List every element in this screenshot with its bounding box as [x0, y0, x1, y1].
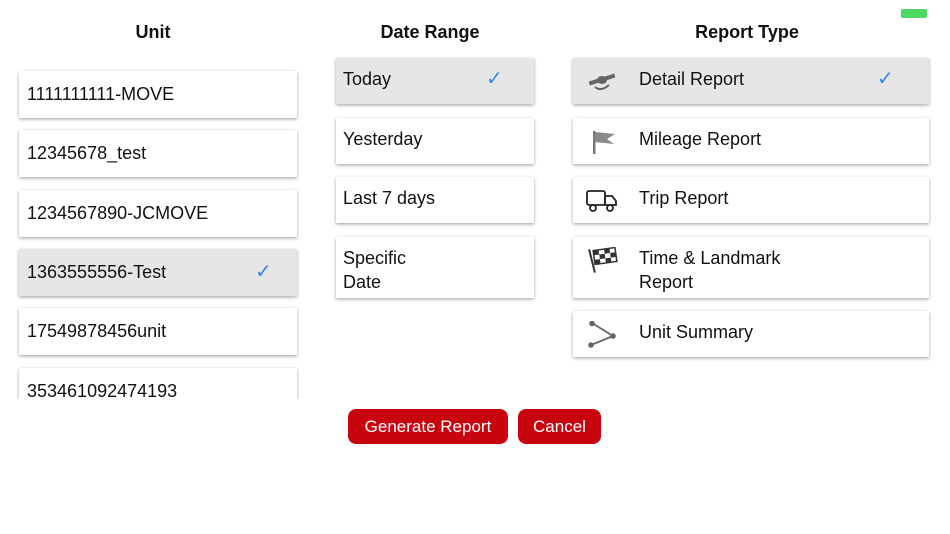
unit-list[interactable]: 1111111111-MOVE 12345678_test 1234567890…	[0, 60, 320, 399]
share-icon	[588, 321, 616, 348]
unit-item[interactable]: 12345678_test	[19, 130, 297, 177]
report-option-label: Mileage Report	[639, 129, 762, 149]
date-option-last-7-days[interactable]: Last 7 days	[336, 177, 534, 223]
date-option-today[interactable]: Today ✓	[336, 58, 534, 104]
checkmark-icon: ✓	[486, 68, 503, 90]
report-option-mileage[interactable]: Mileage Report	[573, 118, 929, 164]
date-option-label: Yesterday	[343, 129, 423, 149]
unit-label: 1234567890-JCMOVE	[27, 203, 209, 223]
date-option-label: Today	[343, 69, 392, 89]
unit-label: 1363555556-Test	[27, 262, 167, 282]
date-option-label: Specific Date	[343, 248, 407, 292]
report-option-label: Detail Report	[639, 69, 745, 89]
report-option-detail[interactable]: Detail Report ✓	[573, 58, 929, 104]
checkmark-icon: ✓	[255, 261, 272, 283]
date-option-label: Last 7 days	[343, 188, 436, 208]
date-option-specific-date[interactable]: Specific Date	[336, 237, 534, 298]
unit-item[interactable]: 1234567890-JCMOVE	[19, 190, 297, 237]
date-range-column-title: Date Range	[380, 22, 480, 42]
flag-icon	[593, 131, 615, 154]
unit-item[interactable]: 17549878456unit	[19, 308, 297, 355]
unit-label: 17549878456unit	[27, 321, 167, 341]
satellite-icon	[588, 73, 616, 91]
report-option-unit-summary[interactable]: Unit Summary	[573, 311, 929, 357]
unit-item[interactable]: 1111111111-MOVE	[19, 71, 297, 118]
report-option-trip[interactable]: Trip Report	[573, 177, 929, 223]
unit-label: 1111111111-MOVE	[27, 84, 175, 104]
report-option-time-landmark[interactable]: Time & Landmark Report	[573, 237, 929, 298]
unit-item-selected[interactable]: 1363555556-Test ✓	[19, 249, 297, 296]
date-option-yesterday[interactable]: Yesterday	[336, 118, 534, 164]
report-option-label: Unit Summary	[639, 322, 754, 342]
report-option-label: Time & Landmark Report	[639, 248, 781, 292]
unit-item[interactable]: 353461092474193	[19, 368, 297, 399]
unit-label: 12345678_test	[27, 143, 147, 163]
report-option-label: Trip Report	[639, 188, 729, 208]
generate-report-button[interactable]: Generate Report	[348, 409, 508, 444]
truck-icon	[586, 190, 617, 212]
battery-indicator	[901, 9, 927, 18]
checkered-flag-icon	[588, 247, 618, 273]
cancel-button[interactable]: Cancel	[518, 409, 601, 444]
report-type-column-title: Report Type	[695, 22, 799, 42]
unit-column-title: Unit	[135, 22, 171, 42]
checkmark-icon: ✓	[877, 68, 894, 90]
unit-label: 353461092474193	[27, 381, 178, 399]
